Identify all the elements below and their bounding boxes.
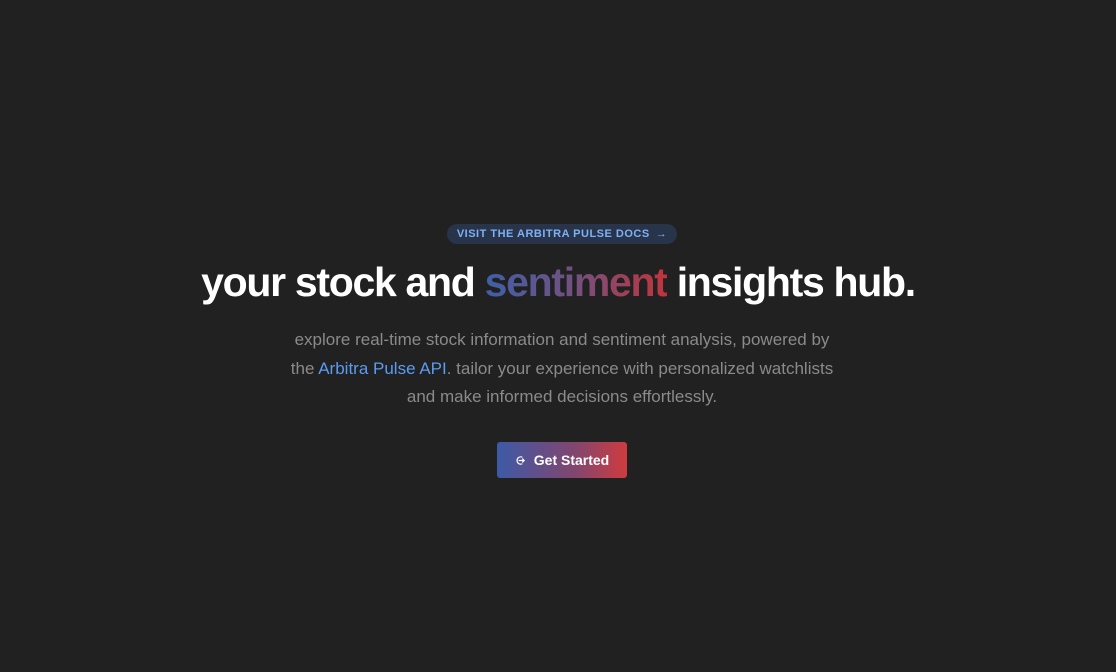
hero-section: VISIT THE ARBITRA PULSE DOCS → your stoc… (0, 0, 1116, 672)
get-started-button[interactable]: Get Started (497, 442, 627, 478)
docs-link-pill[interactable]: VISIT THE ARBITRA PULSE DOCS → (447, 224, 677, 244)
arrow-right-icon: → (655, 227, 668, 240)
get-started-label: Get Started (533, 452, 610, 468)
docs-link-label: VISIT THE ARBITRA PULSE DOCS (456, 228, 650, 240)
description-line-3: and make informed decisions effortlessly… (406, 387, 718, 406)
title-text-end: insights hub. (676, 259, 917, 305)
description-post-link: . tailor your experience with personaliz… (446, 358, 834, 378)
description-pre-link: the (290, 358, 315, 378)
api-docs-link[interactable]: Arbitra Pulse API (318, 359, 447, 378)
login-icon (515, 455, 526, 466)
title-accent-word: sentiment (484, 259, 668, 305)
hero-description: explore real-time stock information and … (258, 326, 866, 412)
title-text-start: your stock and (201, 259, 476, 305)
description-line-1: explore real-time stock information and … (294, 330, 830, 349)
page-title: your stock and sentiment insights hub. (0, 256, 1116, 308)
